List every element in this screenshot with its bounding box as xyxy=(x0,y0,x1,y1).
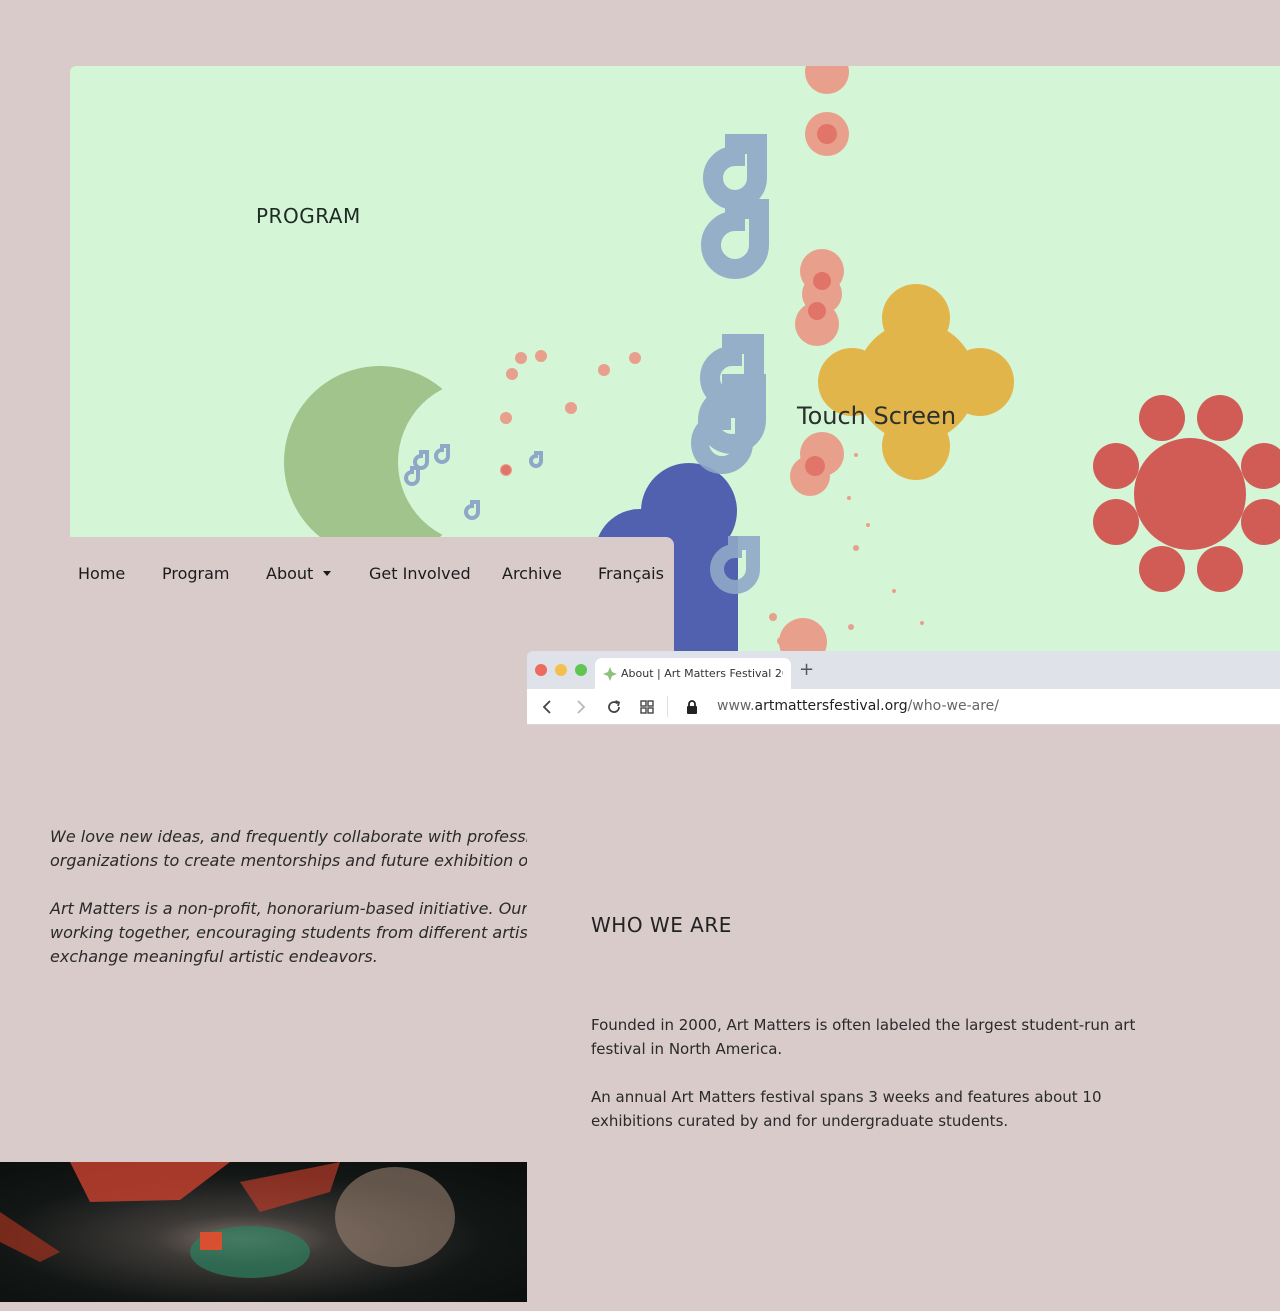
founded-paragraph: Founded in 2000, Art Matters is often la… xyxy=(591,1013,1151,1061)
festival-paragraph: An annual Art Matters festival spans 3 w… xyxy=(591,1085,1151,1133)
festival-photo xyxy=(0,1162,527,1302)
nav-about[interactable]: About xyxy=(266,564,332,583)
program-heading[interactable]: PROGRAM xyxy=(256,204,361,228)
nav-francais[interactable]: Français xyxy=(598,564,664,583)
who-we-are-heading: WHO WE ARE xyxy=(591,913,732,937)
minimize-window-button[interactable] xyxy=(555,664,567,676)
art-matters-favicon-icon xyxy=(603,667,617,681)
text-line: An annual Art Matters festival spans 3 w… xyxy=(591,1088,1102,1106)
nav-program[interactable]: Program xyxy=(162,564,230,583)
caret-down-icon[interactable] xyxy=(323,571,332,576)
tab-title: About | Art Matters Festival 2023 xyxy=(621,667,783,680)
moon-shape xyxy=(284,366,562,558)
back-arrow-icon[interactable] xyxy=(539,698,557,716)
url-host: artmattersfestival.org xyxy=(754,698,908,714)
new-tab-button[interactable]: + xyxy=(799,659,814,680)
toolbar-divider xyxy=(667,696,668,717)
reload-icon[interactable] xyxy=(605,698,623,716)
text-line: Founded in 2000, Art Matters is often la… xyxy=(591,1016,1136,1034)
nav-get-involved[interactable]: Get Involved xyxy=(369,564,471,583)
text-line: exhibitions curated by and for undergrad… xyxy=(591,1112,1009,1130)
address-bar[interactable]: www.artmattersfestival.org/who-we-are/ xyxy=(717,698,999,714)
photo-highlights xyxy=(0,1162,455,1278)
forward-arrow-icon[interactable] xyxy=(571,698,589,716)
active-tab[interactable]: About | Art Matters Festival 2023 xyxy=(595,658,791,689)
nav-archive[interactable]: Archive xyxy=(502,564,562,583)
grid-view-icon[interactable] xyxy=(638,698,656,716)
browser-window: About | Art Matters Festival 2023 + www.… xyxy=(527,651,1280,1311)
tab-strip: About | Art Matters Festival 2023 + xyxy=(527,651,1280,689)
yellow-plus-shape xyxy=(818,284,1014,480)
main-navigation: Home Program About Get Involved Archive … xyxy=(0,537,674,609)
lock-icon xyxy=(687,700,697,714)
maximize-window-button[interactable] xyxy=(575,664,587,676)
browser-toolbar: www.artmattersfestival.org/who-we-are/ xyxy=(527,689,1280,725)
text-line: festival in North America. xyxy=(591,1040,783,1058)
touch-screen-label[interactable]: Touch Screen xyxy=(797,402,956,430)
url-prefix: www. xyxy=(717,698,755,714)
nav-about-label: About xyxy=(266,564,314,583)
close-window-button[interactable] xyxy=(535,664,547,676)
red-star-shape xyxy=(1093,395,1280,592)
nav-home[interactable]: Home xyxy=(78,564,125,583)
url-path: /who-we-are/ xyxy=(907,698,999,714)
